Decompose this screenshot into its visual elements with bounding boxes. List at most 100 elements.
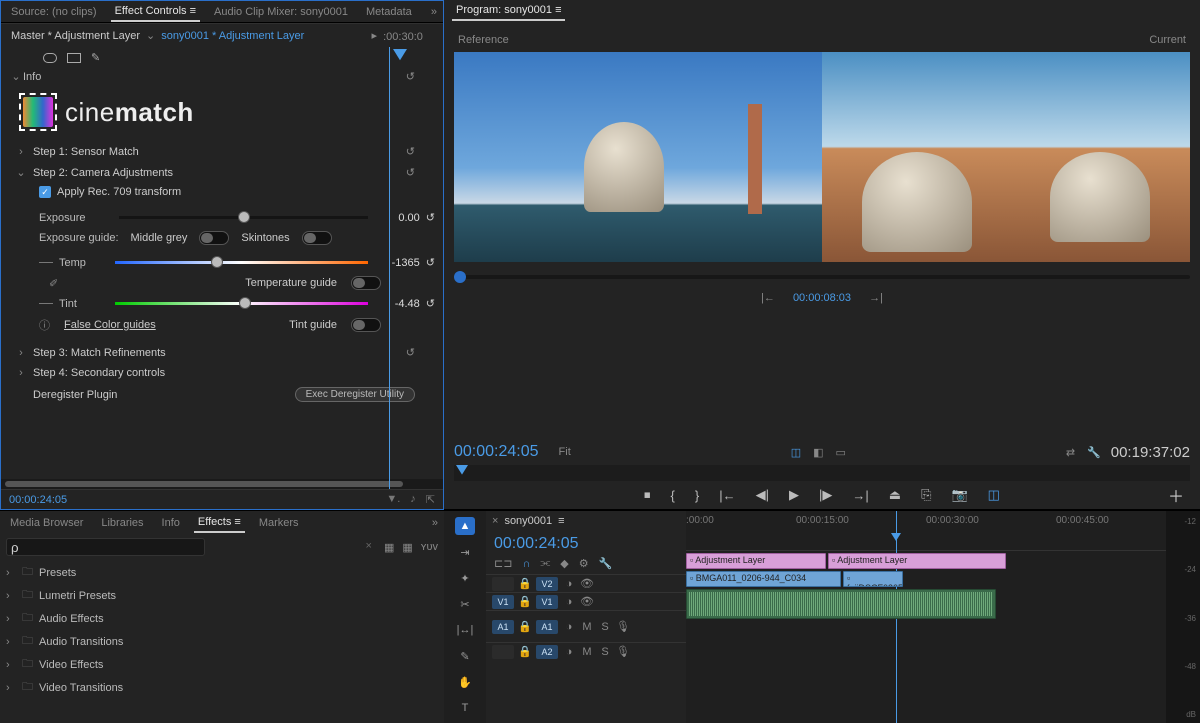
tab-metadata[interactable]: Metadata xyxy=(362,3,416,21)
false-color-guides-link[interactable]: False Color guides xyxy=(64,319,156,331)
marker-icon[interactable]: ◆ xyxy=(560,557,568,570)
info-icon[interactable]: ⓘ xyxy=(39,317,50,333)
step-fwd-icon[interactable]: |▶ xyxy=(819,487,832,503)
overflow-icon[interactable]: » xyxy=(432,517,438,529)
snap-icon[interactable]: ∩ xyxy=(522,558,530,570)
viewer-scrubber[interactable] xyxy=(454,275,1190,279)
clip-video-2[interactable]: ▫ fujiDSCF0305 xyxy=(843,571,903,587)
master-clip-label[interactable]: Master * Adjustment Layer xyxy=(11,30,140,42)
pen-tool-icon[interactable]: ✎ xyxy=(455,647,475,665)
track-v1[interactable]: V1🔒V1◑👁 xyxy=(486,592,686,610)
apply709-checkbox[interactable]: ✓ xyxy=(39,186,51,198)
clip-adjustment-1[interactable]: ▫ Adjustment Layer xyxy=(686,553,826,569)
reset-icon[interactable]: ↺ xyxy=(406,145,435,158)
step-back-icon[interactable]: ◀| xyxy=(756,487,769,503)
step2-label[interactable]: Step 2: Camera Adjustments xyxy=(33,167,406,179)
wrench-icon[interactable]: 🔧 xyxy=(599,557,613,570)
reset-icon[interactable]: ↺ xyxy=(426,297,435,310)
extract-icon[interactable]: ⎘ xyxy=(921,487,931,503)
track-a1[interactable]: A1🔒A1◑MS🎙 xyxy=(486,610,686,642)
hamburger-icon[interactable]: ≡ xyxy=(558,515,564,527)
overflow-icon[interactable]: » xyxy=(431,6,437,18)
type-tool-icon[interactable]: T xyxy=(455,699,475,717)
in-bracket-icon[interactable]: { xyxy=(671,488,675,503)
ec-h-scrollbar[interactable] xyxy=(1,479,443,489)
ripple-tool-icon[interactable]: ✦ xyxy=(455,569,475,587)
razor-tool-icon[interactable]: ✂ xyxy=(455,595,475,613)
tab-source[interactable]: Source: (no clips) xyxy=(7,3,101,21)
reset-icon[interactable]: ↺ xyxy=(406,166,435,179)
wrench-icon[interactable]: 🔧 xyxy=(1087,446,1101,459)
pen-mask-icon[interactable]: ✎ xyxy=(91,51,100,64)
deregister-button[interactable]: Exec Deregister Utility xyxy=(295,387,415,402)
scrub-timecode[interactable]: 00:00:08:03 xyxy=(793,292,851,304)
chevron-right-icon[interactable]: › xyxy=(9,367,33,379)
folder-presets[interactable]: ›🗀Presets xyxy=(6,561,438,584)
export-icon[interactable]: ⇱ xyxy=(426,493,435,506)
info-section-label[interactable]: Info xyxy=(23,71,406,83)
link-icon[interactable]: ⫘ xyxy=(540,557,550,570)
timeline-timecode[interactable]: 00:00:24:05 xyxy=(494,535,579,553)
go-to-in-icon[interactable]: |← xyxy=(719,488,735,503)
selection-tool-icon[interactable]: ▲ xyxy=(455,517,475,535)
chevron-down-icon[interactable]: ⌄ xyxy=(9,70,23,83)
clip-audio-1[interactable] xyxy=(686,589,996,619)
step4-label[interactable]: Step 4: Secondary controls xyxy=(33,367,435,379)
compare-single-icon[interactable]: ▭ xyxy=(836,446,846,459)
tint-value[interactable]: -4.48 xyxy=(380,298,420,310)
timeline-canvas[interactable]: :00:00 00:00:15:00 00:00:30:00 00:00:45:… xyxy=(686,511,1166,723)
tab-effect-controls[interactable]: Effect Controls ≡ xyxy=(111,2,200,22)
chevron-right-icon[interactable]: › xyxy=(9,146,33,158)
ec-timecode[interactable]: 00:00:24:05 xyxy=(9,494,67,506)
timeline-ruler[interactable]: :00:00 00:00:15:00 00:00:30:00 00:00:45:… xyxy=(686,511,1166,551)
tab-libraries[interactable]: Libraries xyxy=(97,514,147,532)
tab-markers[interactable]: Markers xyxy=(255,514,303,532)
sequence-name[interactable]: sony0001 xyxy=(504,515,552,527)
middlegrey-toggle[interactable] xyxy=(199,231,229,245)
folder-audio-transitions[interactable]: ›🗀Audio Transitions xyxy=(6,630,438,653)
tempguide-toggle[interactable] xyxy=(351,276,381,290)
play-icon[interactable]: ▶ xyxy=(789,487,799,503)
track-select-tool-icon[interactable]: ⇥ xyxy=(455,543,475,561)
go-to-out-icon[interactable]: →| xyxy=(852,488,868,503)
tab-media-browser[interactable]: Media Browser xyxy=(6,514,87,532)
compare-split-icon[interactable]: ◧ xyxy=(813,446,823,459)
clip-video-1[interactable]: ▫ BMGA011_0206-944_C034 xyxy=(686,571,841,587)
out-bracket-icon[interactable]: } xyxy=(695,488,699,503)
compare-side-icon[interactable]: ◫ xyxy=(791,446,801,459)
close-seq-icon[interactable]: × xyxy=(492,515,498,527)
program-ruler[interactable] xyxy=(454,465,1190,481)
go-to-in-icon[interactable]: |← xyxy=(761,292,775,304)
track-v2[interactable]: 🔒V2◑👁 xyxy=(486,574,686,592)
folder-video-transitions[interactable]: ›🗀Video Transitions xyxy=(6,676,438,699)
eyedropper-icon[interactable]: ✐ xyxy=(49,277,58,290)
tintguide-toggle[interactable] xyxy=(351,318,381,332)
filter-icon[interactable]: ▼. xyxy=(386,493,400,506)
ec-mini-playhead[interactable] xyxy=(393,49,403,67)
folder-audio-effects[interactable]: ›🗀Audio Effects xyxy=(6,607,438,630)
add-button-icon[interactable]: ＋ xyxy=(1168,483,1184,507)
hamburger-icon[interactable]: ≡ xyxy=(190,5,196,17)
go-to-out-icon[interactable]: →| xyxy=(869,292,883,304)
reset-icon[interactable]: ↺ xyxy=(426,211,435,224)
slip-tool-icon[interactable]: |↔| xyxy=(455,621,475,639)
clip-adjustment-2[interactable]: ▫ Adjustment Layer xyxy=(828,553,1006,569)
tab-info[interactable]: Info xyxy=(158,514,184,532)
rect-mask-icon[interactable] xyxy=(67,53,81,63)
mark-in-icon[interactable]: ⏹ xyxy=(644,487,651,503)
hamburger-icon[interactable]: ≡ xyxy=(555,4,561,16)
export-frame-icon[interactable]: 📷 xyxy=(951,487,967,503)
program-playhead[interactable] xyxy=(456,465,468,480)
exposure-slider[interactable] xyxy=(119,216,368,219)
sequence-clip-label[interactable]: sony0001 * Adjustment Layer xyxy=(161,30,304,42)
swap-icon[interactable]: ⇄ xyxy=(1066,446,1075,459)
step1-label[interactable]: Step 1: Sensor Match xyxy=(33,146,406,158)
fit-button[interactable]: Fit xyxy=(559,446,571,458)
reset-icon[interactable]: ↺ xyxy=(406,70,435,83)
track-a2[interactable]: 🔒A2◑MS🎙 xyxy=(486,642,686,660)
folder-lumetri-presets[interactable]: ›🗀Lumetri Presets xyxy=(6,584,438,607)
tab-effects[interactable]: Effects ≡ xyxy=(194,513,245,533)
program-timecode[interactable]: 00:00:24:05 xyxy=(454,443,539,461)
skintones-toggle[interactable] xyxy=(302,231,332,245)
tab-program[interactable]: Program: sony0001 ≡ xyxy=(452,1,565,21)
